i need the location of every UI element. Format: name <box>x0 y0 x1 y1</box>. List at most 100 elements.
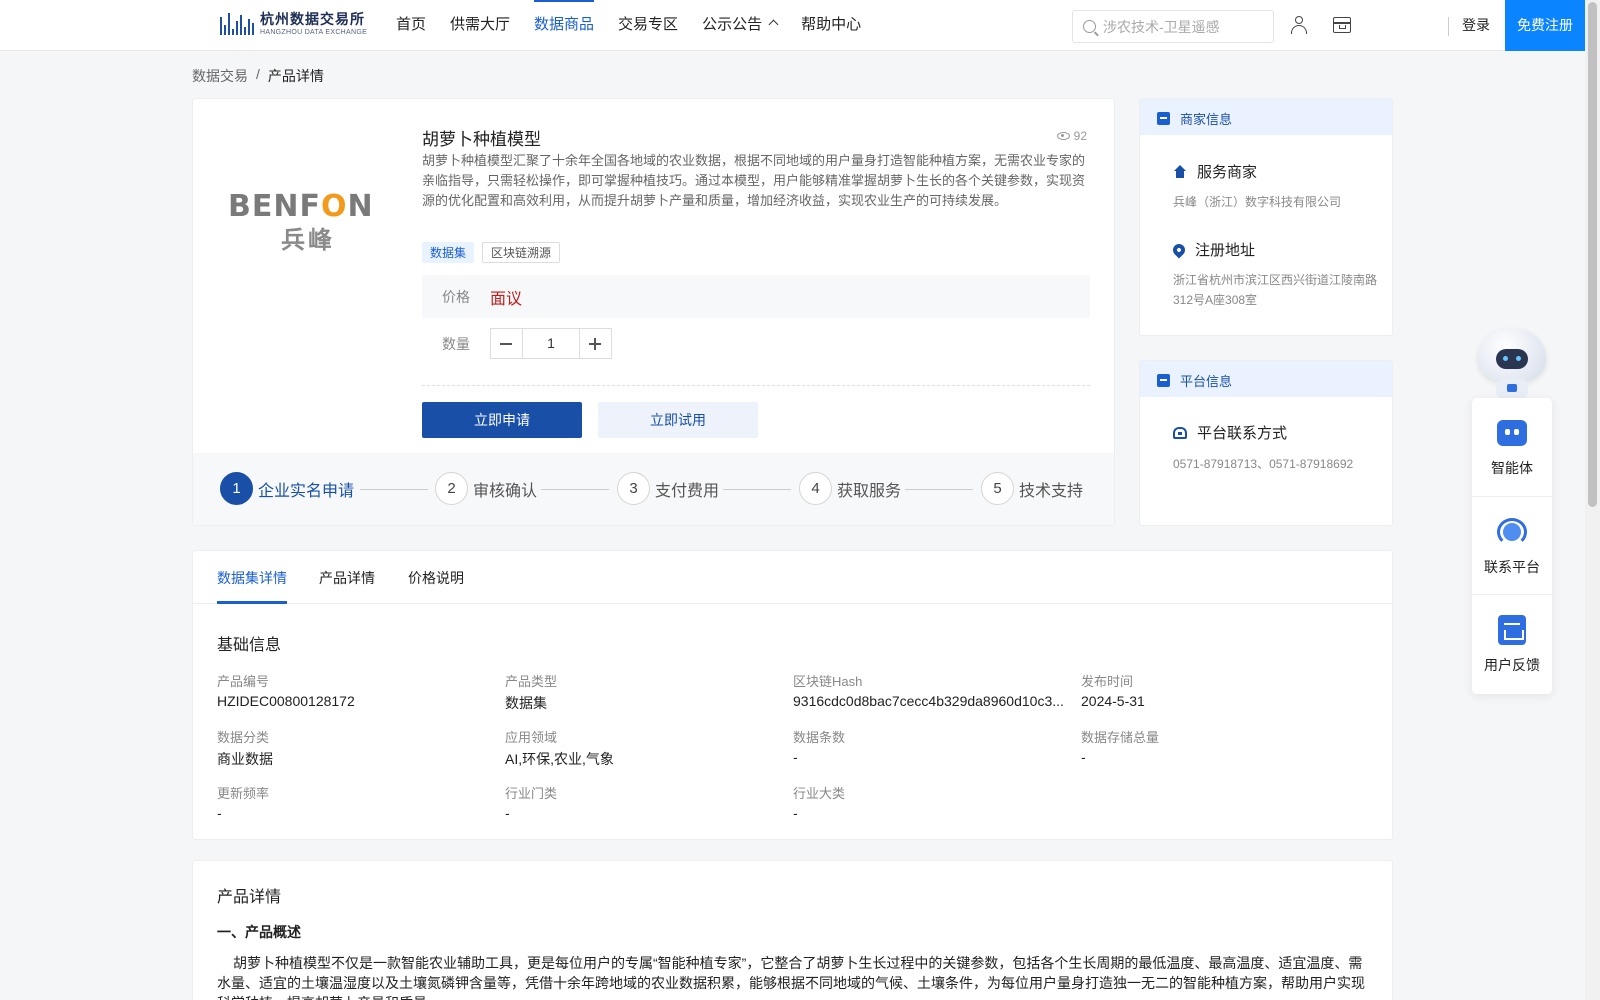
price-label: 价格 <box>442 289 470 305</box>
headset-icon <box>1496 517 1528 547</box>
site-logo[interactable]: 杭州数据交易所 HANGZHOU DATA EXCHANGE <box>220 12 367 36</box>
nav-help[interactable]: 帮助中心 <box>789 0 873 50</box>
step-4: 4 获取服务 <box>799 472 901 505</box>
quantity-input[interactable]: 1 <box>522 329 580 358</box>
detail-tabs: 数据集详情 产品详情 价格说明 <box>193 551 1392 604</box>
platform-info-card: 平台信息 平台联系方式 0571-87918713、0571-87918692 <box>1139 360 1393 526</box>
divider <box>422 385 1090 386</box>
minus-icon[interactable] <box>491 329 522 358</box>
step-connector <box>905 489 973 490</box>
tag-dataset: 数据集 <box>422 242 475 263</box>
overview-paragraph: 胡萝卜种植模型不仅是一款智能农业辅助工具，更是每位用户的专属“智能种植专家”，它… <box>217 955 1365 1000</box>
nav-announcements-label: 公示公告 <box>702 16 763 33</box>
field-label: 数据分类 <box>217 730 270 745</box>
registered-address-value: 浙江省杭州市滨江区西兴街道江陵南路312号A座308室 <box>1173 273 1378 307</box>
platform-contact-row: 平台联系方式 <box>1173 422 1287 443</box>
field-value: 数据集 <box>505 695 547 711</box>
shop-icon[interactable] <box>1333 17 1351 33</box>
feedback-button[interactable]: 用户反馈 <box>1472 594 1552 690</box>
register-button[interactable]: 免费注册 <box>1505 0 1585 51</box>
breadcrumb: 数据交易 / 产品详情 <box>192 66 324 86</box>
step-number: 3 <box>617 472 650 505</box>
top-header: 杭州数据交易所 HANGZHOU DATA EXCHANGE 首页 供需大厅 数… <box>0 0 1585 51</box>
nav-supply-demand[interactable]: 供需大厅 <box>438 0 522 50</box>
merchant-info-card: 商家信息 服务商家 兵峰（浙江）数字科技有限公司 注册地址 浙江省杭州市滨江区西… <box>1139 98 1393 336</box>
product-description: 胡萝卜种植模型汇聚了十余年全国各地域的农业数据，根据不同地域的用户量身打造智能种… <box>422 153 1086 208</box>
step-number: 5 <box>981 472 1014 505</box>
field-label: 产品编号 <box>217 674 270 689</box>
field-label: 行业门类 <box>505 786 558 801</box>
assistant-robot[interactable] <box>1472 325 1552 401</box>
search-icon[interactable] <box>1083 20 1096 33</box>
breadcrumb-root[interactable]: 数据交易 <box>192 66 248 86</box>
product-tags: 数据集 区块链溯源 <box>422 242 561 263</box>
quantity-stepper: 1 <box>490 328 612 359</box>
eye-icon <box>1056 132 1070 140</box>
tag-blockchain: 区块链溯源 <box>482 242 561 263</box>
dataset-detail-card: 数据集详情 产品详情 价格说明 基础信息 产品编号 HZIDEC00800128… <box>192 550 1393 840</box>
page-scrollbar[interactable] <box>1585 0 1600 1000</box>
step-label: 审核确认 <box>473 482 538 500</box>
step-3: 3 支付费用 <box>617 472 719 505</box>
field-value: - <box>793 805 798 821</box>
product-detail-title: 产品详情 <box>217 889 282 906</box>
user-icon[interactable] <box>1290 16 1308 34</box>
tab-price-description[interactable]: 价格说明 <box>408 568 464 588</box>
location-pin-icon <box>1170 241 1188 258</box>
field-label: 更新频率 <box>217 786 270 801</box>
step-2: 2 审核确认 <box>435 472 537 505</box>
contact-platform-button[interactable]: 联系平台 <box>1472 496 1552 592</box>
plus-icon[interactable] <box>580 329 611 358</box>
contact-platform-label: 联系平台 <box>1484 559 1540 575</box>
floating-side-panel: 智能体 联系平台 用户反馈 <box>1472 398 1552 694</box>
field-value: - <box>217 805 222 821</box>
step-5: 5 技术支持 <box>981 472 1083 505</box>
price-value: 面议 <box>490 291 523 308</box>
registered-address-title: 注册地址 <box>1195 242 1256 259</box>
platform-contact-value: 0571-87918713、0571-87918692 <box>1173 457 1354 471</box>
product-logo: BENFON 兵峰 <box>228 189 374 254</box>
phone-icon <box>1173 426 1187 439</box>
field-value: 2024-5-31 <box>1081 693 1145 709</box>
nav-home[interactable]: 首页 <box>384 0 438 50</box>
search-input[interactable] <box>1103 11 1268 42</box>
view-count: 92 <box>1056 129 1087 143</box>
nav-announcements[interactable]: 公示公告 <box>690 0 789 50</box>
feedback-icon <box>1498 615 1526 645</box>
field-value: - <box>1081 749 1086 765</box>
login-link[interactable]: 登录 <box>1462 0 1490 51</box>
tab-product-detail[interactable]: 产品详情 <box>319 568 375 588</box>
feedback-label: 用户反馈 <box>1484 657 1540 673</box>
agent-label: 智能体 <box>1491 460 1533 476</box>
price-row: 价格 面议 <box>422 275 1090 318</box>
merchant-info-header: 商家信息 <box>1140 99 1392 135</box>
breadcrumb-separator: / <box>256 66 260 82</box>
trial-button[interactable]: 立即试用 <box>598 402 758 438</box>
nav-data-products[interactable]: 数据商品 <box>522 0 606 50</box>
nav-trade-zone[interactable]: 交易专区 <box>606 0 690 50</box>
field-value: AI,环保,农业,气象 <box>505 751 614 767</box>
step-1: 1 企业实名申请 <box>220 472 354 505</box>
step-connector <box>360 489 428 490</box>
view-count-value: 92 <box>1073 129 1087 143</box>
service-merchant-row: 服务商家 <box>1173 161 1257 182</box>
quantity-label: 数量 <box>442 336 470 352</box>
active-tab-indicator <box>217 601 287 604</box>
field-label: 发布时间 <box>1081 674 1134 689</box>
product-card: BENFON 兵峰 胡萝卜种植模型 92 胡萝卜种植模型汇聚了十余年全国各地域的… <box>192 98 1115 526</box>
platform-icon <box>1157 374 1170 387</box>
tab-dataset-detail[interactable]: 数据集详情 <box>217 568 287 588</box>
field-label: 行业大类 <box>793 786 846 801</box>
agent-button[interactable]: 智能体 <box>1472 398 1552 494</box>
basic-info-title: 基础信息 <box>217 637 282 654</box>
home-icon <box>1173 165 1187 178</box>
apply-button[interactable]: 立即申请 <box>422 402 582 438</box>
field-value: - <box>505 805 510 821</box>
platform-info-header: 平台信息 <box>1140 361 1392 397</box>
robot-icon <box>1497 420 1527 446</box>
step-number: 2 <box>435 472 468 505</box>
logo-mark-icon <box>220 13 254 35</box>
main-nav: 首页 供需大厅 数据商品 交易专区 公示公告 帮助中心 <box>384 0 873 50</box>
step-number: 4 <box>799 472 832 505</box>
scrollbar-thumb[interactable] <box>1588 2 1597 507</box>
